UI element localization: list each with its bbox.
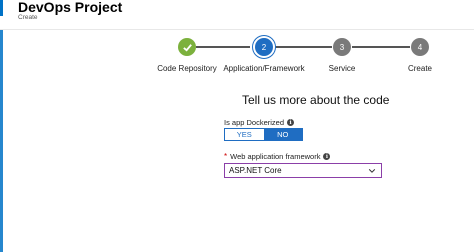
step-2-active[interactable]: 2 <box>255 38 273 56</box>
checkmark-icon <box>182 43 192 52</box>
step-connector-2 <box>274 46 332 48</box>
framework-label-text: Web application framework <box>230 152 321 161</box>
step-4-label: Create <box>407 64 433 73</box>
step-2-label: Application/Framework <box>223 64 305 73</box>
step-1-label: Code Repository <box>157 64 217 73</box>
info-icon[interactable]: i <box>323 153 331 160</box>
framework-dropdown[interactable]: ASP.NET Core <box>224 163 382 178</box>
step-3-number: 3 <box>339 42 345 52</box>
dockerized-label: Is app Dockerized i <box>224 118 295 127</box>
step-1-complete[interactable] <box>178 38 196 56</box>
step-3-label: Service <box>328 64 356 73</box>
section-title: Tell us more about the code <box>242 93 390 107</box>
step-4-pending[interactable]: 4 <box>411 38 429 56</box>
step-4-number: 4 <box>417 42 423 52</box>
step-3-pending[interactable]: 3 <box>333 38 351 56</box>
toggle-no-option[interactable]: NO <box>263 129 302 140</box>
info-icon[interactable]: i <box>287 119 295 126</box>
step-connector-1 <box>196 46 250 48</box>
step-connector-3 <box>352 46 410 48</box>
framework-label: * Web application framework i <box>224 152 331 161</box>
wizard-stepper: 2 3 4 Code Repository Application/Framew… <box>0 0 474 90</box>
required-asterisk: * <box>224 152 228 161</box>
dockerized-toggle[interactable]: YES NO <box>224 128 303 141</box>
step-2-number: 2 <box>261 42 267 52</box>
framework-selected-value: ASP.NET Core <box>229 166 282 175</box>
chevron-down-icon <box>368 169 376 173</box>
dockerized-label-text: Is app Dockerized <box>224 118 285 127</box>
toggle-yes-option[interactable]: YES <box>225 129 264 140</box>
